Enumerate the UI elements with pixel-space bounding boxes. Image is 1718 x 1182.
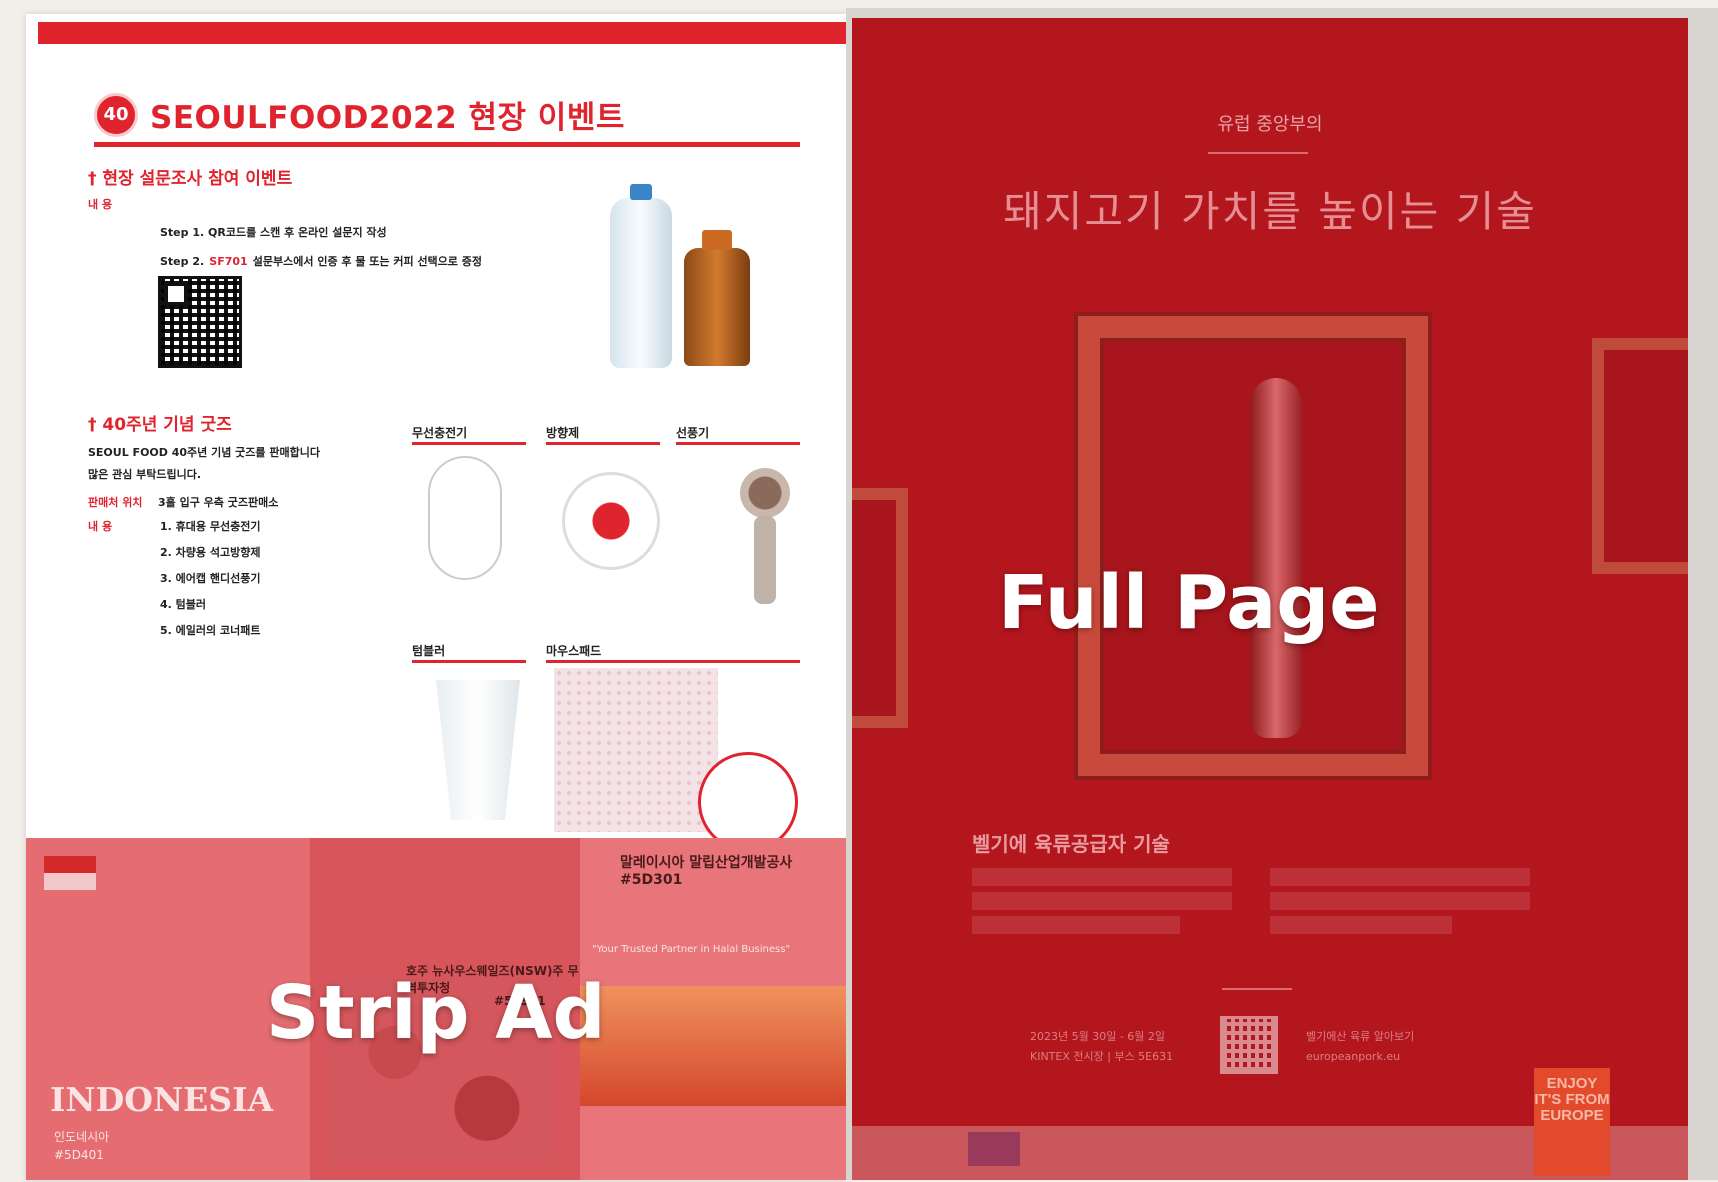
ad-event-date: 2023년 5월 30일 - 6월 2일 <box>1030 1030 1166 1043</box>
wireless-charger-image <box>428 456 502 580</box>
handy-fan-head-image <box>740 468 790 518</box>
goods-item-3: 3. 에어캡 핸디선풍기 <box>160 572 261 585</box>
goods-rule-mousepad <box>546 660 800 663</box>
right-picture-frame <box>1592 338 1688 574</box>
ad-subhead: 벨기에 육류공급자 기술 <box>972 832 1170 856</box>
ad-footer-rule <box>1222 988 1292 990</box>
malaysia-slogan: "Your Trusted Partner in Halal Business" <box>592 944 791 955</box>
ad-body-right <box>1270 868 1530 934</box>
goods-intro-line-2: 많은 관심 부탁드립니다. <box>88 468 202 481</box>
goods-rule-fan <box>676 442 800 445</box>
ad-url: europeanpork.eu <box>1306 1050 1401 1063</box>
city-skyline-photo <box>580 986 846 1106</box>
goods-rule-tumbler <box>412 660 526 663</box>
title-divider <box>94 142 800 147</box>
goods-header-tumbler: 텀블러 <box>412 644 446 658</box>
survey-section-title: † 현장 설문조사 참여 이벤트 <box>88 169 293 189</box>
goods-content-label: 내 용 <box>88 520 113 533</box>
strip-ad-label: Strip Ad <box>266 970 606 1056</box>
flyer-title: SEOULFOOD2022 현장 이벤트 <box>150 100 625 136</box>
survey-step-2-prefix: Step 2. <box>160 255 205 268</box>
goods-rule-charger <box>412 442 526 445</box>
goods-section-title: † 40주년 기념 굿즈 <box>88 415 232 435</box>
goods-item-4: 4. 텀블러 <box>160 598 207 611</box>
flyer-title-row: 40 SEOULFOOD2022 현장 이벤트 <box>94 92 625 137</box>
survey-step-2-suffix: 설문부스에서 인증 후 물 또는 커피 선택으로 증정 <box>252 255 482 268</box>
ad-qr-code <box>1220 1016 1278 1074</box>
indonesia-flag-icon <box>44 856 96 890</box>
car-diffuser-image <box>562 472 660 570</box>
ad-kicker-rule <box>1208 152 1308 154</box>
survey-step-2: Step 2. SF701 설문부스에서 인증 후 물 또는 커피 선택으로 증… <box>160 250 482 269</box>
goods-header-charger: 무선충전기 <box>412 426 468 440</box>
mousepad-detail-image <box>698 752 798 852</box>
pork-cut-image <box>1250 378 1302 738</box>
eu-flag-icon <box>968 1132 1020 1166</box>
enjoy-europe-badge: ENJOY IT'S FROM EUROPE <box>1534 1068 1610 1176</box>
seoulfood-logo-icon: 40 <box>94 92 138 137</box>
goods-header-fan: 선풍기 <box>676 426 710 440</box>
goods-location-value: 3홀 입구 우측 굿즈판매소 <box>158 496 279 509</box>
water-bottle-image <box>610 184 672 368</box>
ad-event-venue: KINTEX 전시장 | 부스 5E631 <box>1030 1050 1174 1063</box>
mousepad-image <box>554 668 718 832</box>
goods-location-row: 판매처 위치 3홀 입구 우측 굿즈판매소 <box>88 494 278 510</box>
tumbler-image <box>436 680 520 820</box>
ad-headline: 돼지고기 가치를 높이는 기술 <box>1003 187 1537 236</box>
goods-item-1: 1. 휴대용 무선충전기 <box>160 520 261 533</box>
full-page-label: Full Page <box>998 560 1380 646</box>
collage-stage: 40 SEOULFOOD2022 현장 이벤트 † 현장 설문조사 참여 이벤트… <box>0 0 1718 1182</box>
indonesia-wordmark: INDONESIA <box>50 1080 274 1119</box>
survey-booth-code: SF701 <box>209 255 248 268</box>
coffee-bottle-image <box>684 230 750 366</box>
ad-body-left <box>972 868 1232 934</box>
top-accent-bar <box>38 22 846 44</box>
goods-item-2: 2. 차량용 석고방향제 <box>160 546 261 559</box>
survey-content-row: 내 용 <box>88 196 144 212</box>
indonesia-korean-name: 인도네시아 <box>54 1130 110 1144</box>
handy-fan-handle-image <box>754 516 776 604</box>
goods-header-diffuser: 방향제 <box>546 426 580 440</box>
goods-location-label: 판매처 위치 <box>88 496 143 509</box>
malaysia-booth: #5D301 <box>620 872 683 888</box>
malaysia-agency-name: 말레이시아 말립산업개발공사 <box>620 855 793 871</box>
indonesia-booth: #5D401 <box>54 1148 104 1162</box>
goods-header-mousepad: 마우스패드 <box>546 644 602 658</box>
left-picture-frame <box>852 488 908 728</box>
goods-item-5: 5. 에일러의 코너패트 <box>160 624 261 637</box>
survey-step-1: Step 1. QR코드를 스캔 후 온라인 설문지 작성 <box>160 226 387 239</box>
survey-content-label: 내 용 <box>88 198 113 211</box>
ad-cta: 벨기에산 육류 알아보기 <box>1306 1030 1415 1043</box>
ad-kicker: 유럽 중앙부의 <box>1217 114 1323 135</box>
goods-intro-line-1: SEOUL FOOD 40주년 기념 굿즈를 판매합니다 <box>88 446 320 459</box>
survey-qr-code <box>158 276 242 368</box>
goods-rule-diffuser <box>546 442 660 445</box>
